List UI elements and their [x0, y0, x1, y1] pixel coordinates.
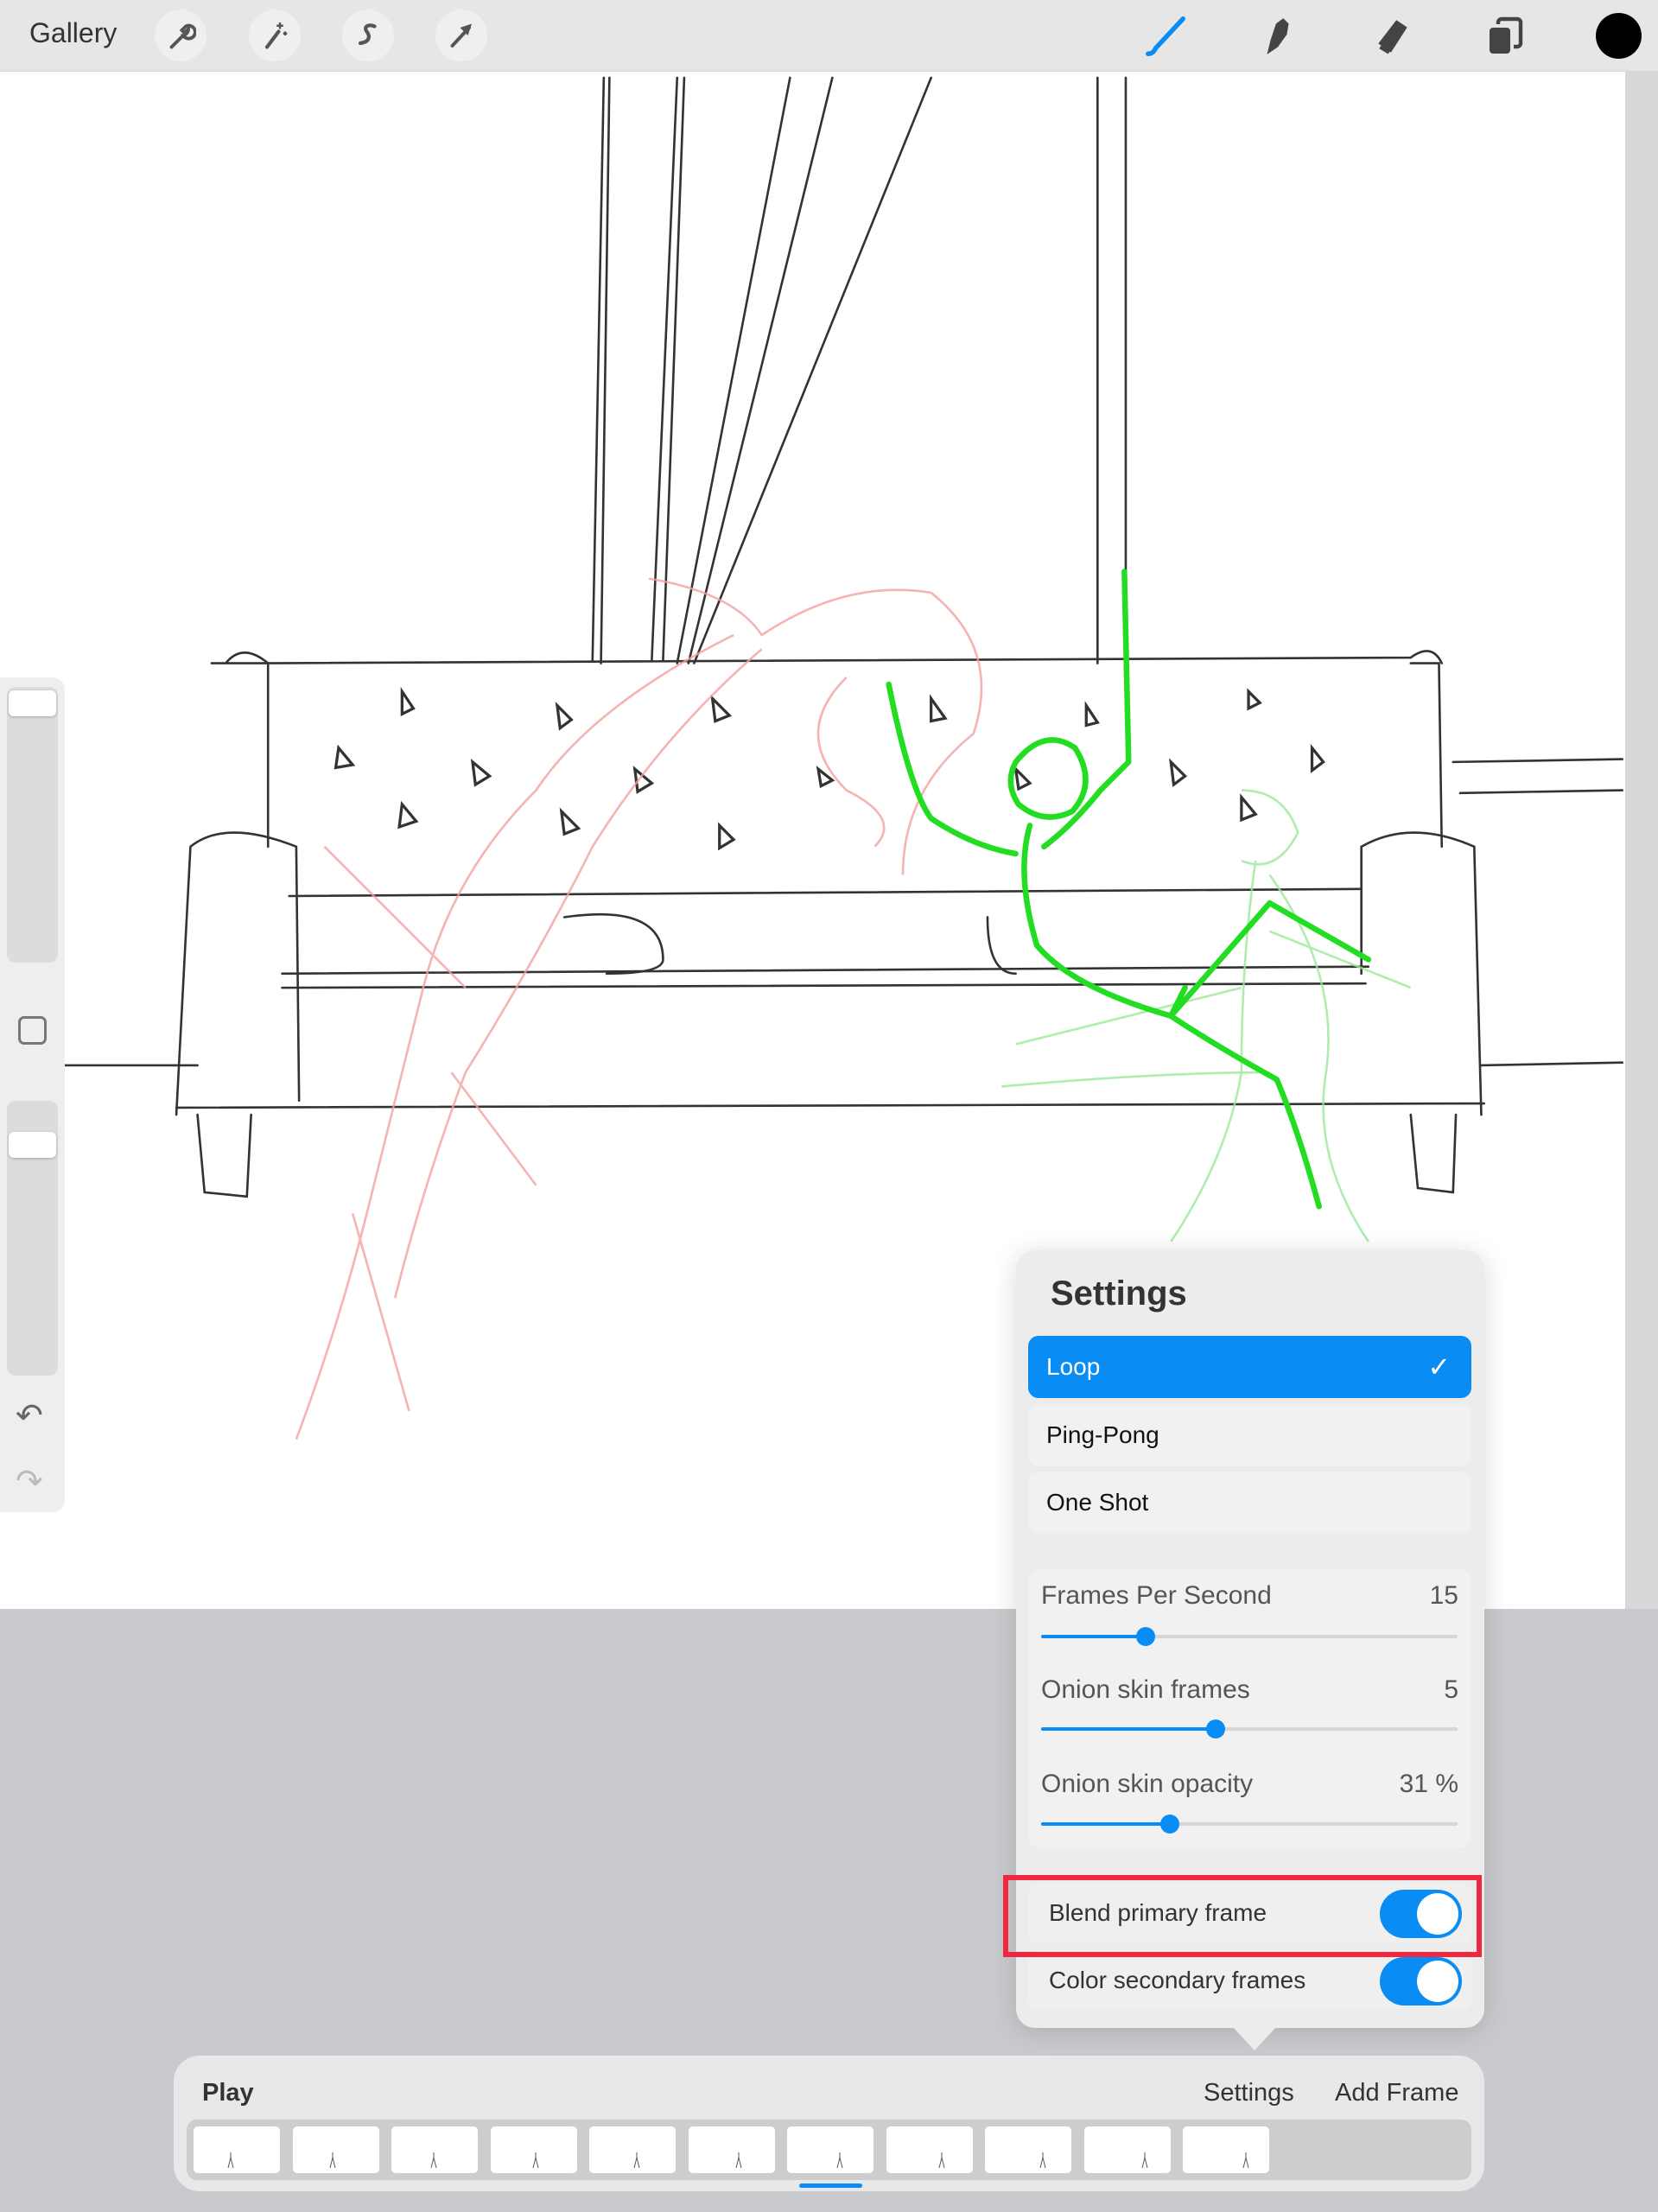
animation-timeline: Play Settings Add Frame [174, 2056, 1484, 2191]
onion-skin-next [1001, 789, 1412, 1243]
onion-skin-previous [295, 577, 983, 1440]
color-secondary-frames-row: Color secondary frames [1028, 1951, 1471, 2010]
mode-label: One Shot [1046, 1489, 1149, 1516]
slider-group: Frames Per Second 15 Onion skin frames 5… [1028, 1569, 1471, 1848]
transform-arrow-icon[interactable] [435, 10, 487, 61]
brush-size-thumb[interactable] [9, 690, 56, 716]
onion-frames-value: 5 [1444, 1675, 1458, 1704]
frame-thumbnail-5[interactable] [589, 2126, 676, 2173]
onion-frames-label: Onion skin frames [1041, 1675, 1250, 1704]
brush-icon[interactable] [1141, 12, 1190, 60]
slider-thumb[interactable] [1135, 1627, 1155, 1646]
modify-button[interactable] [18, 1016, 47, 1045]
opacity-slider[interactable] [7, 1101, 58, 1376]
frame-thumbnail-3[interactable] [391, 2126, 478, 2173]
frame-thumbnail-2[interactable] [292, 2126, 379, 2173]
frame-thumbnail-10[interactable] [1083, 2126, 1171, 2173]
mode-one-shot[interactable]: One Shot [1028, 1471, 1471, 1534]
undo-icon[interactable]: ↶ [16, 1396, 43, 1435]
color-secondary-frames-toggle[interactable] [1380, 1957, 1462, 2005]
smudge-icon[interactable] [1254, 12, 1302, 60]
opacity-thumb[interactable] [9, 1132, 56, 1158]
frame-thumbnail-11[interactable] [1183, 2126, 1269, 2173]
onion-opacity-slider[interactable] [1041, 1815, 1458, 1834]
frame-thumbnail-9[interactable] [985, 2126, 1071, 2173]
slider-fill [1041, 1635, 1146, 1638]
frame-thumbnail-1[interactable] [194, 2126, 280, 2173]
frame-thumbnail-7[interactable] [787, 2126, 873, 2173]
top-toolbar: Gallery [0, 0, 1658, 72]
onion-frames-slider[interactable] [1041, 1719, 1458, 1738]
frame-thumbnail-4[interactable] [490, 2126, 577, 2173]
highlight-annotation-box [1003, 1875, 1482, 1957]
slider-thumb[interactable] [1160, 1815, 1180, 1834]
left-sidebar: ↶ ↷ [0, 677, 65, 1512]
brush-size-slider[interactable] [7, 687, 58, 963]
eraser-icon[interactable] [1369, 12, 1417, 60]
frame-strip[interactable] [187, 2120, 1471, 2180]
popover-arrow [1232, 2026, 1277, 2050]
redo-icon[interactable]: ↷ [16, 1462, 43, 1501]
mode-label: Loop [1046, 1353, 1101, 1380]
wrench-icon[interactable] [155, 10, 206, 61]
fps-value: 15 [1429, 1581, 1458, 1610]
mode-label: Ping-Pong [1046, 1421, 1159, 1448]
play-button[interactable]: Play [202, 2079, 254, 2107]
layers-icon[interactable] [1481, 12, 1529, 60]
frame-thumbnail-6[interactable] [688, 2126, 775, 2173]
sofa-sketch [62, 76, 1624, 1198]
timeline-settings-button[interactable]: Settings [1204, 2079, 1294, 2107]
gallery-button[interactable]: Gallery [29, 17, 117, 49]
selected-frame-indicator [799, 2183, 862, 2188]
slider-thumb[interactable] [1206, 1719, 1226, 1738]
fps-label: Frames Per Second [1041, 1581, 1272, 1610]
slider-fill [1041, 1822, 1171, 1826]
settings-title: Settings [1051, 1274, 1187, 1313]
add-frame-button[interactable]: Add Frame [1335, 2079, 1458, 2107]
frame-thumbnail-8[interactable] [886, 2126, 973, 2173]
fps-slider[interactable] [1041, 1627, 1458, 1646]
canvas-edge [1625, 72, 1658, 1609]
mode-loop[interactable]: Loop ✓ [1028, 1336, 1471, 1398]
color-secondary-frames-label: Color secondary frames [1049, 1967, 1306, 1993]
magic-wand-icon[interactable] [249, 10, 301, 61]
toggle-knob [1417, 1961, 1458, 2002]
mode-ping-pong[interactable]: Ping-Pong [1028, 1404, 1471, 1466]
onion-opacity-value: 31 % [1399, 1770, 1458, 1798]
checkmark-icon: ✓ [1427, 1351, 1451, 1382]
color-picker-swatch[interactable] [1596, 13, 1642, 59]
onion-opacity-label: Onion skin opacity [1041, 1770, 1254, 1798]
selection-icon[interactable] [342, 10, 394, 61]
slider-fill [1041, 1727, 1217, 1731]
